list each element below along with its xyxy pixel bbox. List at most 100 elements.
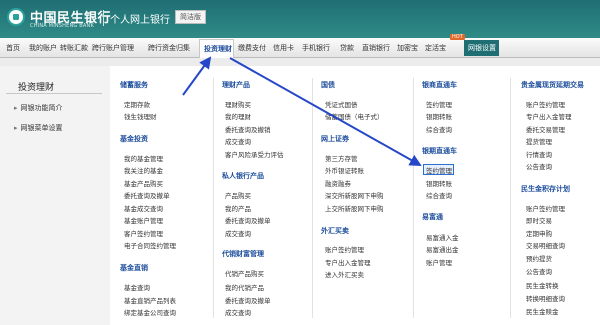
- link-agency-deal-query[interactable]: 成交查询: [225, 307, 251, 317]
- link-agency-buy[interactable]: 代销产品购买: [225, 268, 264, 278]
- section-bonds: 国债: [321, 81, 335, 89]
- link-yft-deposit[interactable]: 易富通入金: [426, 232, 459, 242]
- section-securities: 网上证券: [321, 135, 349, 143]
- link-risk-assessment[interactable]: 客户风险承受力评估: [225, 149, 284, 159]
- left-panel-divider: [6, 93, 102, 94]
- link-product-buy[interactable]: 产品购买: [225, 190, 251, 200]
- link-yq-query[interactable]: 综合查询: [426, 190, 452, 200]
- main-nav: 首页 我的账户 转账汇款 跨行账户管理 跨行资金归集 投资理财 缴费支付 信用卡…: [0, 38, 600, 58]
- link-my-wealth[interactable]: 我的理财: [225, 111, 251, 121]
- link-pm-account-sign[interactable]: 账户签约管理: [526, 99, 565, 109]
- link-fund-watch[interactable]: 我关注的基金: [124, 165, 163, 175]
- link-gold-redeem[interactable]: 民生金赎金: [526, 306, 559, 316]
- nav-item-loan[interactable]: 贷款: [340, 43, 354, 53]
- nav-item-ebank-settings[interactable]: 网银设置: [464, 40, 499, 56]
- link-wealth-buy[interactable]: 理财购买: [225, 99, 251, 109]
- bullet-icon: ▸: [14, 104, 18, 112]
- section-gold-plan: 民生金积存计划: [521, 185, 570, 193]
- link-ys-sign[interactable]: 签约管理: [426, 99, 452, 109]
- link-certificate-bond[interactable]: 凭证式国债: [325, 99, 358, 109]
- link-electronic-bond[interactable]: 储蓄国债（电子式）: [325, 111, 384, 121]
- section-forex: 外汇买卖: [321, 227, 349, 235]
- link-gold-trade-detail[interactable]: 交易明细查询: [526, 240, 565, 250]
- link-fund-contract[interactable]: 电子合同签约管理: [124, 240, 176, 250]
- link-third-party-custody[interactable]: 第三方存管: [325, 153, 358, 163]
- section-savings: 储蓄服务: [120, 81, 148, 89]
- link-fund-sign[interactable]: 客户签约管理: [124, 228, 163, 238]
- link-gold-notices[interactable]: 公告查询: [526, 266, 552, 276]
- link-pb-deal-query[interactable]: 成交查询: [225, 228, 251, 238]
- link-sse-ipo[interactable]: 上交所新股网下申购: [325, 203, 384, 213]
- link-my-products[interactable]: 我的产品: [225, 203, 251, 213]
- link-fund-direct-query[interactable]: 基金查询: [124, 282, 150, 292]
- link-fund-company[interactable]: 绑定基金公司查询: [124, 307, 176, 317]
- nav-item-credit-card[interactable]: 信用卡: [273, 43, 294, 53]
- column-divider: [213, 78, 214, 318]
- link-fund-direct-list[interactable]: 基金直销产品列表: [124, 295, 176, 305]
- link-yq-transfer[interactable]: 银期转账: [426, 178, 452, 188]
- link-pm-deposit-withdraw[interactable]: 专户出入金管理: [526, 111, 572, 121]
- column-divider: [312, 78, 313, 318]
- section-private-bank: 私人银行产品: [222, 172, 264, 180]
- link-pm-order-manage[interactable]: 委托交易管理: [526, 124, 565, 134]
- nav-item-jiamibao[interactable]: 加密宝: [397, 43, 418, 53]
- nav-item-transfer[interactable]: 转账汇款: [60, 43, 88, 53]
- nav-item-investment-label: 投资理财: [204, 45, 232, 53]
- link-pm-notices[interactable]: 公告查询: [526, 161, 552, 171]
- site-name: 个人网上银行: [110, 15, 170, 26]
- bank-logo-icon: [7, 8, 25, 26]
- link-qianshengqian[interactable]: 钱生钱理财: [124, 111, 157, 121]
- link-fx-deposit-withdraw[interactable]: 专户出入金管理: [325, 257, 371, 267]
- section-yifutong: 易富通: [422, 213, 443, 221]
- section-precious-metals: 贵金属现货延期交易: [521, 81, 584, 89]
- link-gold-convert-detail[interactable]: 转换明细查询: [526, 293, 565, 303]
- nav-item-payment[interactable]: 缴费支付: [238, 43, 266, 53]
- link-pm-delivery[interactable]: 提货管理: [526, 136, 552, 146]
- link-fund-deal-query[interactable]: 基金成交查询: [124, 203, 163, 213]
- link-fund-buy[interactable]: 基金产品购买: [124, 178, 163, 188]
- header-bar: 中国民生银行 CHINA MINSHENG BANK 个人网上银行 简洁版: [0, 0, 600, 38]
- link-yft-account[interactable]: 账户管理: [426, 257, 452, 267]
- left-item-menu-settings[interactable]: ▸ 网银菜单设置: [14, 123, 63, 133]
- nav-item-mobile-bank[interactable]: 手机银行: [302, 43, 330, 53]
- link-ys-transfer[interactable]: 银期转账: [426, 111, 452, 121]
- link-ys-query[interactable]: 综合查询: [426, 124, 452, 134]
- link-fx-securities-transfer[interactable]: 外币银证转账: [325, 165, 364, 175]
- link-gold-periodic-buy[interactable]: 定期申购: [526, 228, 552, 238]
- nav-item-accounts[interactable]: 我的账户: [29, 43, 57, 53]
- link-gold-reserve-delivery[interactable]: 预约提货: [526, 253, 552, 263]
- link-agency-order-query[interactable]: 委托查询及撤单: [225, 295, 271, 305]
- link-gold-instant-trade[interactable]: 即时交易: [526, 215, 552, 225]
- column-divider: [413, 78, 414, 318]
- link-gold-account-sign[interactable]: 账户签约管理: [526, 203, 565, 213]
- nav-item-dinghuobao[interactable]: 定活宝: [425, 43, 446, 53]
- link-wealth-order-query[interactable]: 委托查询及撤销: [225, 124, 271, 134]
- link-my-agency[interactable]: 我的代销产品: [225, 282, 264, 292]
- header-divider: [103, 10, 104, 26]
- nav-item-home[interactable]: 首页: [6, 43, 20, 53]
- nav-item-cross-account[interactable]: 跨行账户管理: [92, 43, 134, 53]
- link-pm-quotes[interactable]: 行情查询: [526, 149, 552, 159]
- link-fixed-deposit[interactable]: 定期存款: [124, 99, 150, 109]
- section-wealth-products: 理财产品: [222, 81, 250, 89]
- nav-item-direct-bank[interactable]: 直销银行: [362, 43, 390, 53]
- left-item-intro[interactable]: ▸ 网银功能简介: [14, 103, 63, 113]
- link-yq-sign[interactable]: 签约管理: [426, 165, 452, 175]
- simple-version-button[interactable]: 简洁版: [175, 10, 206, 24]
- link-szse-ipo[interactable]: 深交所新股网下申购: [325, 190, 384, 200]
- section-agency-wealth: 代销财富管理: [222, 250, 264, 258]
- link-fund-account[interactable]: 基金账户管理: [124, 215, 163, 225]
- link-fx-account-sign[interactable]: 账户签约管理: [325, 244, 364, 254]
- link-gold-convert[interactable]: 民生金转换: [526, 280, 559, 290]
- link-enter-forex[interactable]: 进入外汇买卖: [325, 269, 364, 279]
- link-margin-trading[interactable]: 融资融券: [325, 178, 351, 188]
- link-fund-manage[interactable]: 我的基金管理: [124, 153, 163, 163]
- link-wealth-deal-query[interactable]: 成交查询: [225, 136, 251, 146]
- section-yinqi: 银期直通车: [422, 147, 457, 155]
- nav-item-investment[interactable]: 投资理财: [199, 39, 234, 58]
- nav-item-fund-collection[interactable]: 跨行资金归集: [148, 43, 190, 53]
- link-pb-order-query[interactable]: 委托查询及撤单: [225, 215, 271, 225]
- hot-badge: HOT: [450, 34, 465, 40]
- link-yft-withdraw[interactable]: 易富通出金: [426, 244, 459, 254]
- link-fund-order-query[interactable]: 委托查询及撤单: [124, 190, 170, 200]
